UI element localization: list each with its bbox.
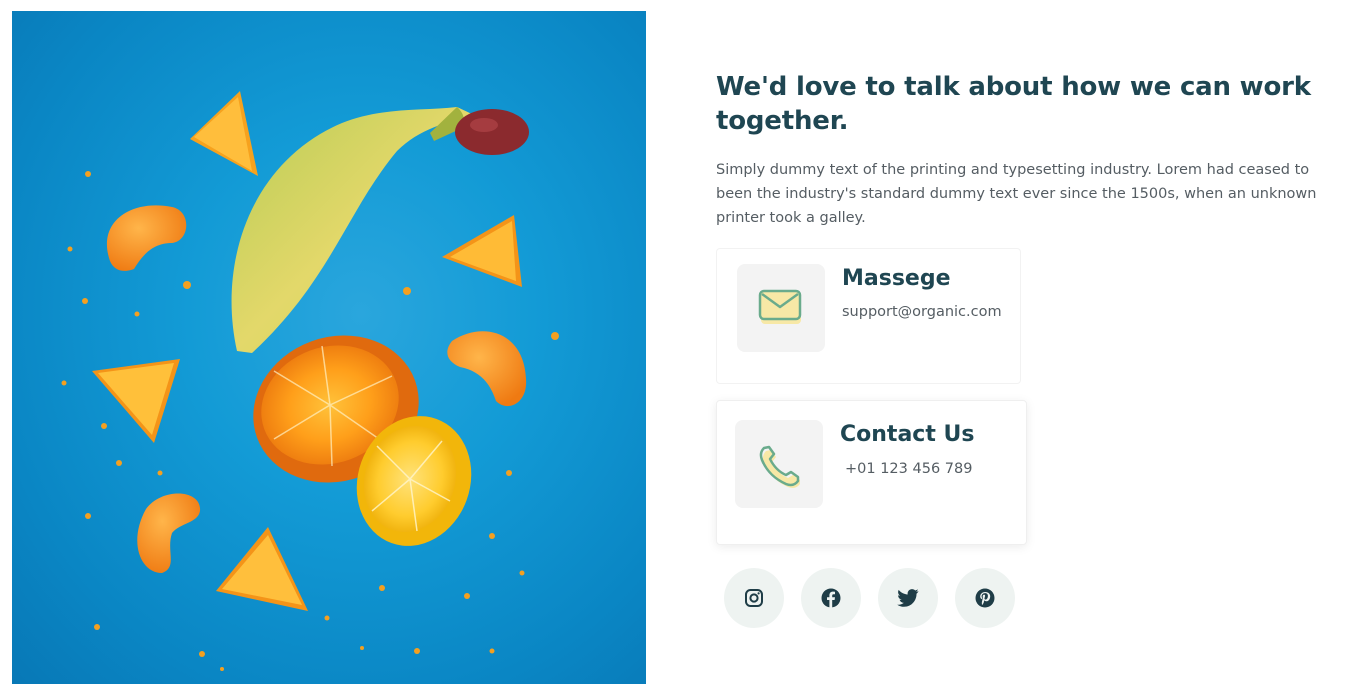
contact-card: Contact Us +01 123 456 789	[716, 400, 1027, 545]
flying-fruit-illustration	[61, 91, 559, 671]
instagram-icon	[745, 589, 763, 607]
pinterest-button[interactable]	[955, 568, 1015, 628]
instagram-button[interactable]	[724, 568, 784, 628]
phone-icon	[759, 445, 800, 488]
envelope-icon-box	[737, 264, 825, 352]
contact-phone[interactable]: +01 123 456 789	[845, 459, 972, 479]
contact-section: We'd love to talk about how we can work …	[0, 0, 1366, 684]
section-heading: We'd love to talk about how we can work …	[716, 72, 1311, 136]
message-card: Massege support@organic.com	[716, 248, 1021, 384]
social-links	[724, 568, 1015, 628]
twitter-icon	[897, 589, 919, 607]
support-email[interactable]: support@organic.com	[842, 302, 1002, 322]
facebook-icon	[821, 588, 841, 608]
contact-intro: We'd love to talk about how we can work …	[716, 70, 1336, 230]
contact-card-title: Contact Us	[840, 422, 975, 447]
facebook-button[interactable]	[801, 568, 861, 628]
phone-icon-box	[735, 420, 823, 508]
twitter-button[interactable]	[878, 568, 938, 628]
envelope-icon	[758, 289, 802, 324]
pinterest-icon	[975, 588, 995, 608]
hero-image	[12, 11, 646, 684]
message-card-title: Massege	[842, 266, 951, 291]
section-description: Simply dummy text of the printing and ty…	[716, 162, 1317, 226]
